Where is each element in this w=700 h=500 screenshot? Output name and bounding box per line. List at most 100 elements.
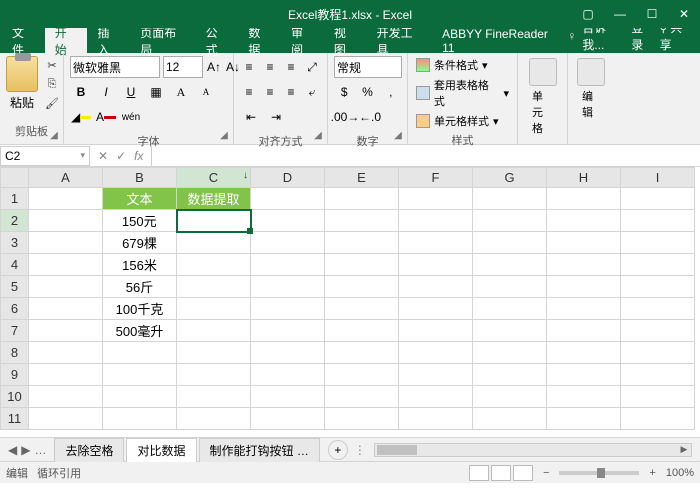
maximize-icon[interactable]: ☐ xyxy=(636,0,668,28)
tab-insert[interactable]: 插入 xyxy=(87,28,130,53)
cell-d1[interactable] xyxy=(251,188,325,210)
row-header-1[interactable]: 1 xyxy=(1,188,29,210)
font-shrink-a-icon[interactable]: A xyxy=(195,81,217,103)
cell-a2[interactable] xyxy=(29,210,103,232)
zoom-in-icon[interactable]: + xyxy=(649,467,655,479)
cells-button[interactable]: 单元格 xyxy=(524,56,561,138)
copy-icon[interactable]: ⎘ xyxy=(42,75,62,93)
view-normal-icon[interactable] xyxy=(469,465,489,481)
row-header-9[interactable]: 9 xyxy=(1,364,29,386)
tab-view[interactable]: 视图 xyxy=(324,28,367,53)
format-painter-icon[interactable]: 🖌 xyxy=(42,94,62,112)
cell-b6[interactable]: 100千克 xyxy=(103,298,177,320)
editing-button[interactable]: 编辑 xyxy=(574,56,608,122)
col-header-d[interactable]: D xyxy=(251,168,325,188)
row-header-8[interactable]: 8 xyxy=(1,342,29,364)
col-header-h[interactable]: H xyxy=(547,168,621,188)
number-format-select[interactable] xyxy=(334,56,402,78)
border-icon[interactable]: ▦ xyxy=(145,81,167,103)
col-header-b[interactable]: B xyxy=(103,168,177,188)
select-all-corner[interactable] xyxy=(1,168,29,188)
align-bottom-icon[interactable]: ≡ xyxy=(282,56,300,78)
cell-b7[interactable]: 500毫升 xyxy=(103,320,177,342)
increase-decimal-icon[interactable]: .00→ xyxy=(334,106,356,128)
zoom-slider[interactable] xyxy=(559,471,639,475)
zoom-level[interactable]: 100% xyxy=(666,467,694,479)
col-header-c[interactable]: C↓ xyxy=(177,168,251,188)
row-header-10[interactable]: 10 xyxy=(1,386,29,408)
align-right-icon[interactable]: ≡ xyxy=(282,81,300,103)
font-size-select[interactable] xyxy=(163,56,203,78)
tab-home[interactable]: 开始 xyxy=(45,28,88,53)
row-header-6[interactable]: 6 xyxy=(1,298,29,320)
col-header-e[interactable]: E xyxy=(325,168,399,188)
sheet-tab-2[interactable]: 对比数据 xyxy=(126,438,196,462)
tab-layout[interactable]: 页面布局 xyxy=(130,28,195,53)
tab-review[interactable]: 审阅 xyxy=(281,28,324,53)
align-center-icon[interactable]: ≡ xyxy=(261,81,279,103)
wrap-merge-icon[interactable]: ⤶ xyxy=(303,81,321,103)
cell-b3[interactable]: 679棵 xyxy=(103,232,177,254)
col-header-i[interactable]: I xyxy=(621,168,695,188)
horizontal-scrollbar[interactable]: ◀ ▶ xyxy=(374,443,692,457)
view-page-break-icon[interactable] xyxy=(513,465,533,481)
view-page-layout-icon[interactable] xyxy=(491,465,511,481)
minimize-icon[interactable]: — xyxy=(604,0,636,28)
row-header-7[interactable]: 7 xyxy=(1,320,29,342)
tab-file[interactable]: 文件 xyxy=(2,28,45,53)
format-as-table-button[interactable]: 套用表格格式 ▾ xyxy=(414,76,511,110)
decrease-decimal-icon[interactable]: ←.0 xyxy=(359,106,381,128)
sheet-tab-3[interactable]: 制作能打钩按钮 … xyxy=(199,438,320,462)
cell-b1[interactable]: 文本 xyxy=(103,188,177,210)
cell-a1[interactable] xyxy=(29,188,103,210)
decrease-indent-icon[interactable]: ⇤ xyxy=(240,106,262,128)
row-header-4[interactable]: 4 xyxy=(1,254,29,276)
row-header-2[interactable]: 2 xyxy=(1,210,29,232)
cell-c2[interactable] xyxy=(177,210,251,232)
italic-button[interactable]: I xyxy=(95,81,117,103)
row-header-11[interactable]: 11 xyxy=(1,408,29,430)
tab-abbyy[interactable]: ABBYY FineReader 11 xyxy=(432,28,567,53)
align-launcher-icon[interactable]: ◢ xyxy=(311,128,325,142)
underline-button[interactable]: U xyxy=(120,81,142,103)
ribbon-options-icon[interactable]: ▢ xyxy=(572,0,604,28)
comma-icon[interactable]: , xyxy=(381,81,401,103)
cell-b2[interactable]: 150元 xyxy=(103,210,177,232)
col-header-a[interactable]: A xyxy=(29,168,103,188)
zoom-out-icon[interactable]: − xyxy=(543,467,549,479)
currency-icon[interactable]: $ xyxy=(334,81,354,103)
align-left-icon[interactable]: ≡ xyxy=(240,81,258,103)
fill-handle[interactable] xyxy=(247,228,253,234)
percent-icon[interactable]: % xyxy=(357,81,377,103)
scroll-thumb[interactable] xyxy=(377,445,417,455)
font-grow-a-icon[interactable]: A xyxy=(170,81,192,103)
increase-indent-icon[interactable]: ⇥ xyxy=(265,106,287,128)
sheet-nav-more-icon[interactable]: … xyxy=(34,443,46,457)
font-launcher-icon[interactable]: ◢ xyxy=(217,128,231,142)
tab-dev[interactable]: 开发工具 xyxy=(367,28,432,53)
sheet-nav-next-icon[interactable]: ▶ xyxy=(21,443,30,457)
tab-data[interactable]: 数据 xyxy=(238,28,281,53)
col-header-g[interactable]: G xyxy=(473,168,547,188)
paste-button[interactable]: 粘贴 xyxy=(6,56,38,111)
cell-styles-button[interactable]: 单元格样式 ▾ xyxy=(414,112,511,130)
number-launcher-icon[interactable]: ◢ xyxy=(391,128,405,142)
cell-b4[interactable]: 156米 xyxy=(103,254,177,276)
increase-font-icon[interactable]: A↑ xyxy=(206,56,222,78)
align-middle-icon[interactable]: ≡ xyxy=(261,56,279,78)
clipboard-launcher-icon[interactable]: ◢ xyxy=(47,128,61,142)
close-icon[interactable]: ✕ xyxy=(668,0,700,28)
phonetic-icon[interactable]: wén xyxy=(120,106,142,128)
tab-formulas[interactable]: 公式 xyxy=(196,28,239,53)
row-header-5[interactable]: 5 xyxy=(1,276,29,298)
align-top-icon[interactable]: ≡ xyxy=(240,56,258,78)
cell-c1[interactable]: 数据提取 xyxy=(177,188,251,210)
cut-icon[interactable]: ✂ xyxy=(42,56,62,74)
font-name-select[interactable] xyxy=(70,56,160,78)
sheet-tab-1[interactable]: 去除空格 xyxy=(54,438,124,462)
col-header-f[interactable]: F xyxy=(399,168,473,188)
font-color-icon[interactable]: A xyxy=(95,106,117,128)
fill-color-icon[interactable]: ◢ xyxy=(70,106,92,128)
orientation-icon[interactable]: ⤢ xyxy=(303,56,321,78)
conditional-format-button[interactable]: 条件格式 ▾ xyxy=(414,56,511,74)
